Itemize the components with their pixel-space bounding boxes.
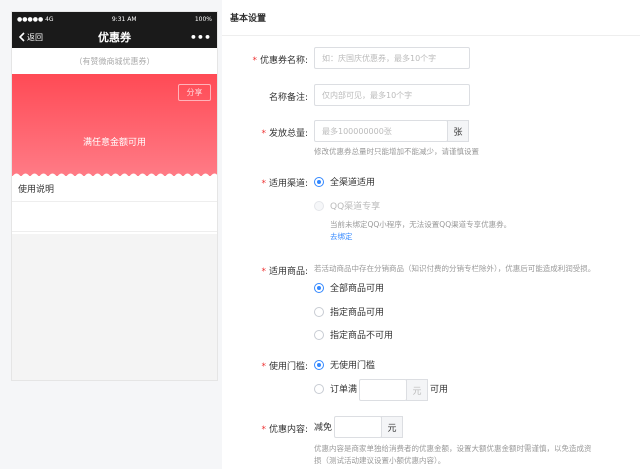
coupon-name-input[interactable]: 如：庆国庆优惠券，最多10个字	[314, 47, 470, 69]
section-title: 基本设置	[222, 0, 640, 36]
channel-qq-option[interactable]: QQ渠道专享	[314, 199, 380, 212]
threshold-label: * 使用门槛:	[261, 362, 308, 372]
goods-specified-option[interactable]: 指定商品可用	[314, 305, 384, 318]
goods-note: 若活动商品中存在分销商品（知识付费的分销专栏除外），优惠后可能造成利润受损。	[314, 264, 596, 273]
settings-form: 基本设置 * 优惠券名称: 如：庆国庆优惠券，最多10个字 名称备注: 仅内部可见…	[222, 0, 640, 469]
threshold-none-option[interactable]: 无使用门槛	[314, 358, 375, 371]
status-time: 9:31 AM	[111, 15, 137, 23]
bind-link[interactable]: 去绑定	[330, 231, 353, 243]
qq-help: 当前未绑定QQ小程序，无法设置QQ渠道专享优惠券。	[330, 220, 512, 229]
nav-bar: 返回 优惠券 •••	[12, 26, 217, 48]
radio-icon[interactable]	[314, 306, 324, 317]
quantity-input[interactable]: 最多100000000张	[314, 120, 448, 142]
phone-preview: ●●●●● 4G 9:31 AM 100% 返回 优惠券 ••• （有赞微商城优…	[11, 11, 218, 381]
content-help-2: 损（测试活动建议设置小额优惠内容）。	[314, 456, 446, 465]
content-help-1: 优惠内容是商家单独给消费者的优惠金额，设置大额优惠金额时需谨慎，以免造成资	[314, 444, 592, 453]
scalloped-edge	[12, 173, 217, 177]
radio-disabled-icon[interactable]	[314, 200, 324, 211]
quantity-unit: 张	[447, 120, 469, 142]
status-bar: ●●●●● 4G 9:31 AM 100%	[12, 12, 217, 26]
quantity-help: 修改优惠券总量时只能增加不能减少，请谨慎设置	[314, 147, 479, 156]
back-label: 返回	[27, 32, 43, 42]
coupon-name-label: * 优惠券名称:	[252, 56, 308, 66]
channel-all-option[interactable]: 全渠道适用	[314, 175, 375, 188]
channel-label: * 适用渠道:	[261, 179, 308, 189]
content-unit: 元	[381, 416, 403, 438]
threshold-amount-input[interactable]	[359, 379, 407, 401]
shop-name: （有赞微商城优惠券）	[12, 48, 217, 74]
usage-instructions[interactable]: 使用说明	[12, 176, 217, 202]
radio-selected-icon[interactable]	[314, 359, 324, 370]
quantity-label: * 发放总量:	[261, 129, 308, 139]
remark-label: 名称备注:	[268, 93, 308, 103]
content-label: * 优惠内容:	[261, 425, 308, 435]
page-root: { "preview": { "status_left": "●●●●● 4G"…	[0, 0, 640, 469]
goods-label: * 适用商品:	[261, 267, 308, 277]
radio-icon[interactable]	[314, 329, 324, 340]
share-button[interactable]: 分享	[178, 84, 211, 101]
coupon-condition: 满任意金额可用	[82, 138, 146, 148]
back-button[interactable]: 返回	[18, 32, 43, 43]
threshold-order-option[interactable]: 订单满	[314, 382, 357, 395]
threshold-unit: 元	[406, 379, 428, 401]
threshold-suffix: 可用	[430, 385, 449, 395]
coupon-card: 分享 满任意金额可用	[12, 74, 217, 177]
remark-input[interactable]: 仅内部可见，最多10个字	[314, 84, 470, 106]
chevron-left-icon	[18, 32, 25, 42]
radio-icon[interactable]	[314, 383, 324, 394]
more-icon[interactable]: •••	[190, 31, 211, 44]
radio-selected-icon[interactable]	[314, 176, 324, 187]
discount-amount-input[interactable]	[334, 416, 382, 438]
content-prefix: 减免	[314, 423, 333, 433]
preview-background	[12, 234, 217, 380]
radio-selected-icon[interactable]	[314, 282, 324, 293]
usage-content	[12, 202, 217, 232]
battery-indicator: 100%	[194, 15, 212, 23]
goods-all-option[interactable]: 全部商品可用	[314, 281, 384, 294]
goods-excluded-option[interactable]: 指定商品不可用	[314, 328, 393, 341]
signal-indicator: ●●●●● 4G	[17, 15, 54, 23]
required-mark: *	[252, 56, 257, 66]
